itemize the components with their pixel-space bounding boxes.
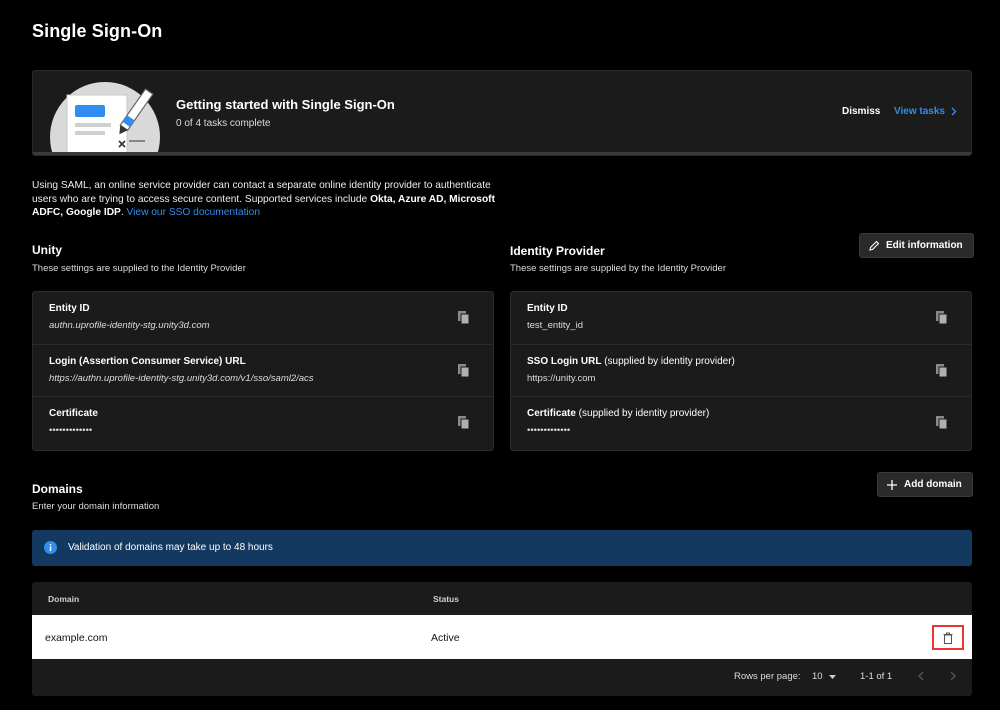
sso-intro-text: Using SAML, an online service provider c… [32,180,495,219]
unity-settings-card: Entity ID authn.uprofile-identity-stg.un… [32,291,494,451]
domains-section-subtitle: Enter your domain information [32,501,160,512]
domain-cell: example.com [45,632,108,644]
view-tasks-label: View tasks [894,106,945,117]
caret-down-icon [828,674,836,679]
idp-settings-card: Entity ID test_entity_id SSO Login URL (… [510,291,972,451]
unity-section-title: Unity [32,243,62,257]
unity-section-subtitle: These settings are supplied to the Ident… [32,263,246,274]
unity-entity-id-value: authn.uprofile-identity-stg.unity3d.com [49,320,210,331]
copy-icon[interactable] [457,415,471,431]
domain-validation-alert: Validation of domains may take up to 48 … [32,530,972,566]
copy-icon[interactable] [935,415,949,431]
idp-section-title: Identity Provider [510,244,605,258]
copy-icon[interactable] [457,363,471,379]
document-illustration-icon [50,82,160,155]
info-icon [44,541,57,554]
banner-title: Getting started with Single Sign-On [176,97,395,112]
table-row: example.com Active [32,615,972,659]
column-header-domain[interactable]: Domain [48,594,79,604]
unity-entity-id-row: Entity ID authn.uprofile-identity-stg.un… [33,292,493,345]
idp-certificate-value: ••••••••••••• [527,425,571,436]
trash-icon [943,632,953,644]
banner-progress: 0 of 4 tasks complete [176,118,271,129]
status-cell: Active [431,632,460,644]
rows-per-page-select[interactable]: 10 [812,671,836,682]
column-header-status[interactable]: Status [433,594,459,604]
pencil-icon [869,240,880,251]
page-range: 1-1 of 1 [860,671,893,682]
unity-certificate-row: Certificate ••••••••••••• [33,397,493,450]
banner-progress-track [33,152,971,155]
unity-acs-url-value: https://authn.uprofile-identity-stg.unit… [49,372,314,384]
chevron-right-icon [951,107,957,116]
add-domain-button[interactable]: Add domain [877,472,973,497]
unity-certificate-value: ••••••••••••• [49,425,93,436]
edit-information-button[interactable]: Edit information [859,233,974,258]
copy-icon[interactable] [457,310,471,326]
getting-started-banner: Getting started with Single Sign-On 0 of… [32,70,972,156]
domains-table: Domain Status example.com Active Rows pe… [32,582,972,696]
idp-entity-id-row: Entity ID test_entity_id [511,292,971,345]
idp-certificate-row: Certificate (supplied by identity provid… [511,397,971,450]
copy-icon[interactable] [935,363,949,379]
copy-icon[interactable] [935,310,949,326]
domains-section-title: Domains [32,482,83,496]
chevron-left-icon[interactable] [915,670,927,682]
idp-sso-login-url-row: SSO Login URL (supplied by identity prov… [511,345,971,397]
idp-entity-id-value: test_entity_id [527,320,583,331]
delete-domain-button[interactable] [932,625,964,650]
idp-sso-login-url-value: https://unity.com [527,372,596,384]
idp-section-subtitle: These settings are supplied by the Ident… [510,263,726,274]
page-title: Single Sign-On [32,21,163,41]
unity-acs-url-row: Login (Assertion Consumer Service) URL h… [33,345,493,397]
view-tasks-link[interactable]: View tasks [894,106,957,117]
sso-documentation-link[interactable]: View our SSO documentation [127,207,260,218]
plus-icon [887,479,897,490]
chevron-right-icon[interactable] [947,670,959,682]
dismiss-button[interactable]: Dismiss [842,106,880,117]
rows-per-page-label: Rows per page: [734,671,801,682]
